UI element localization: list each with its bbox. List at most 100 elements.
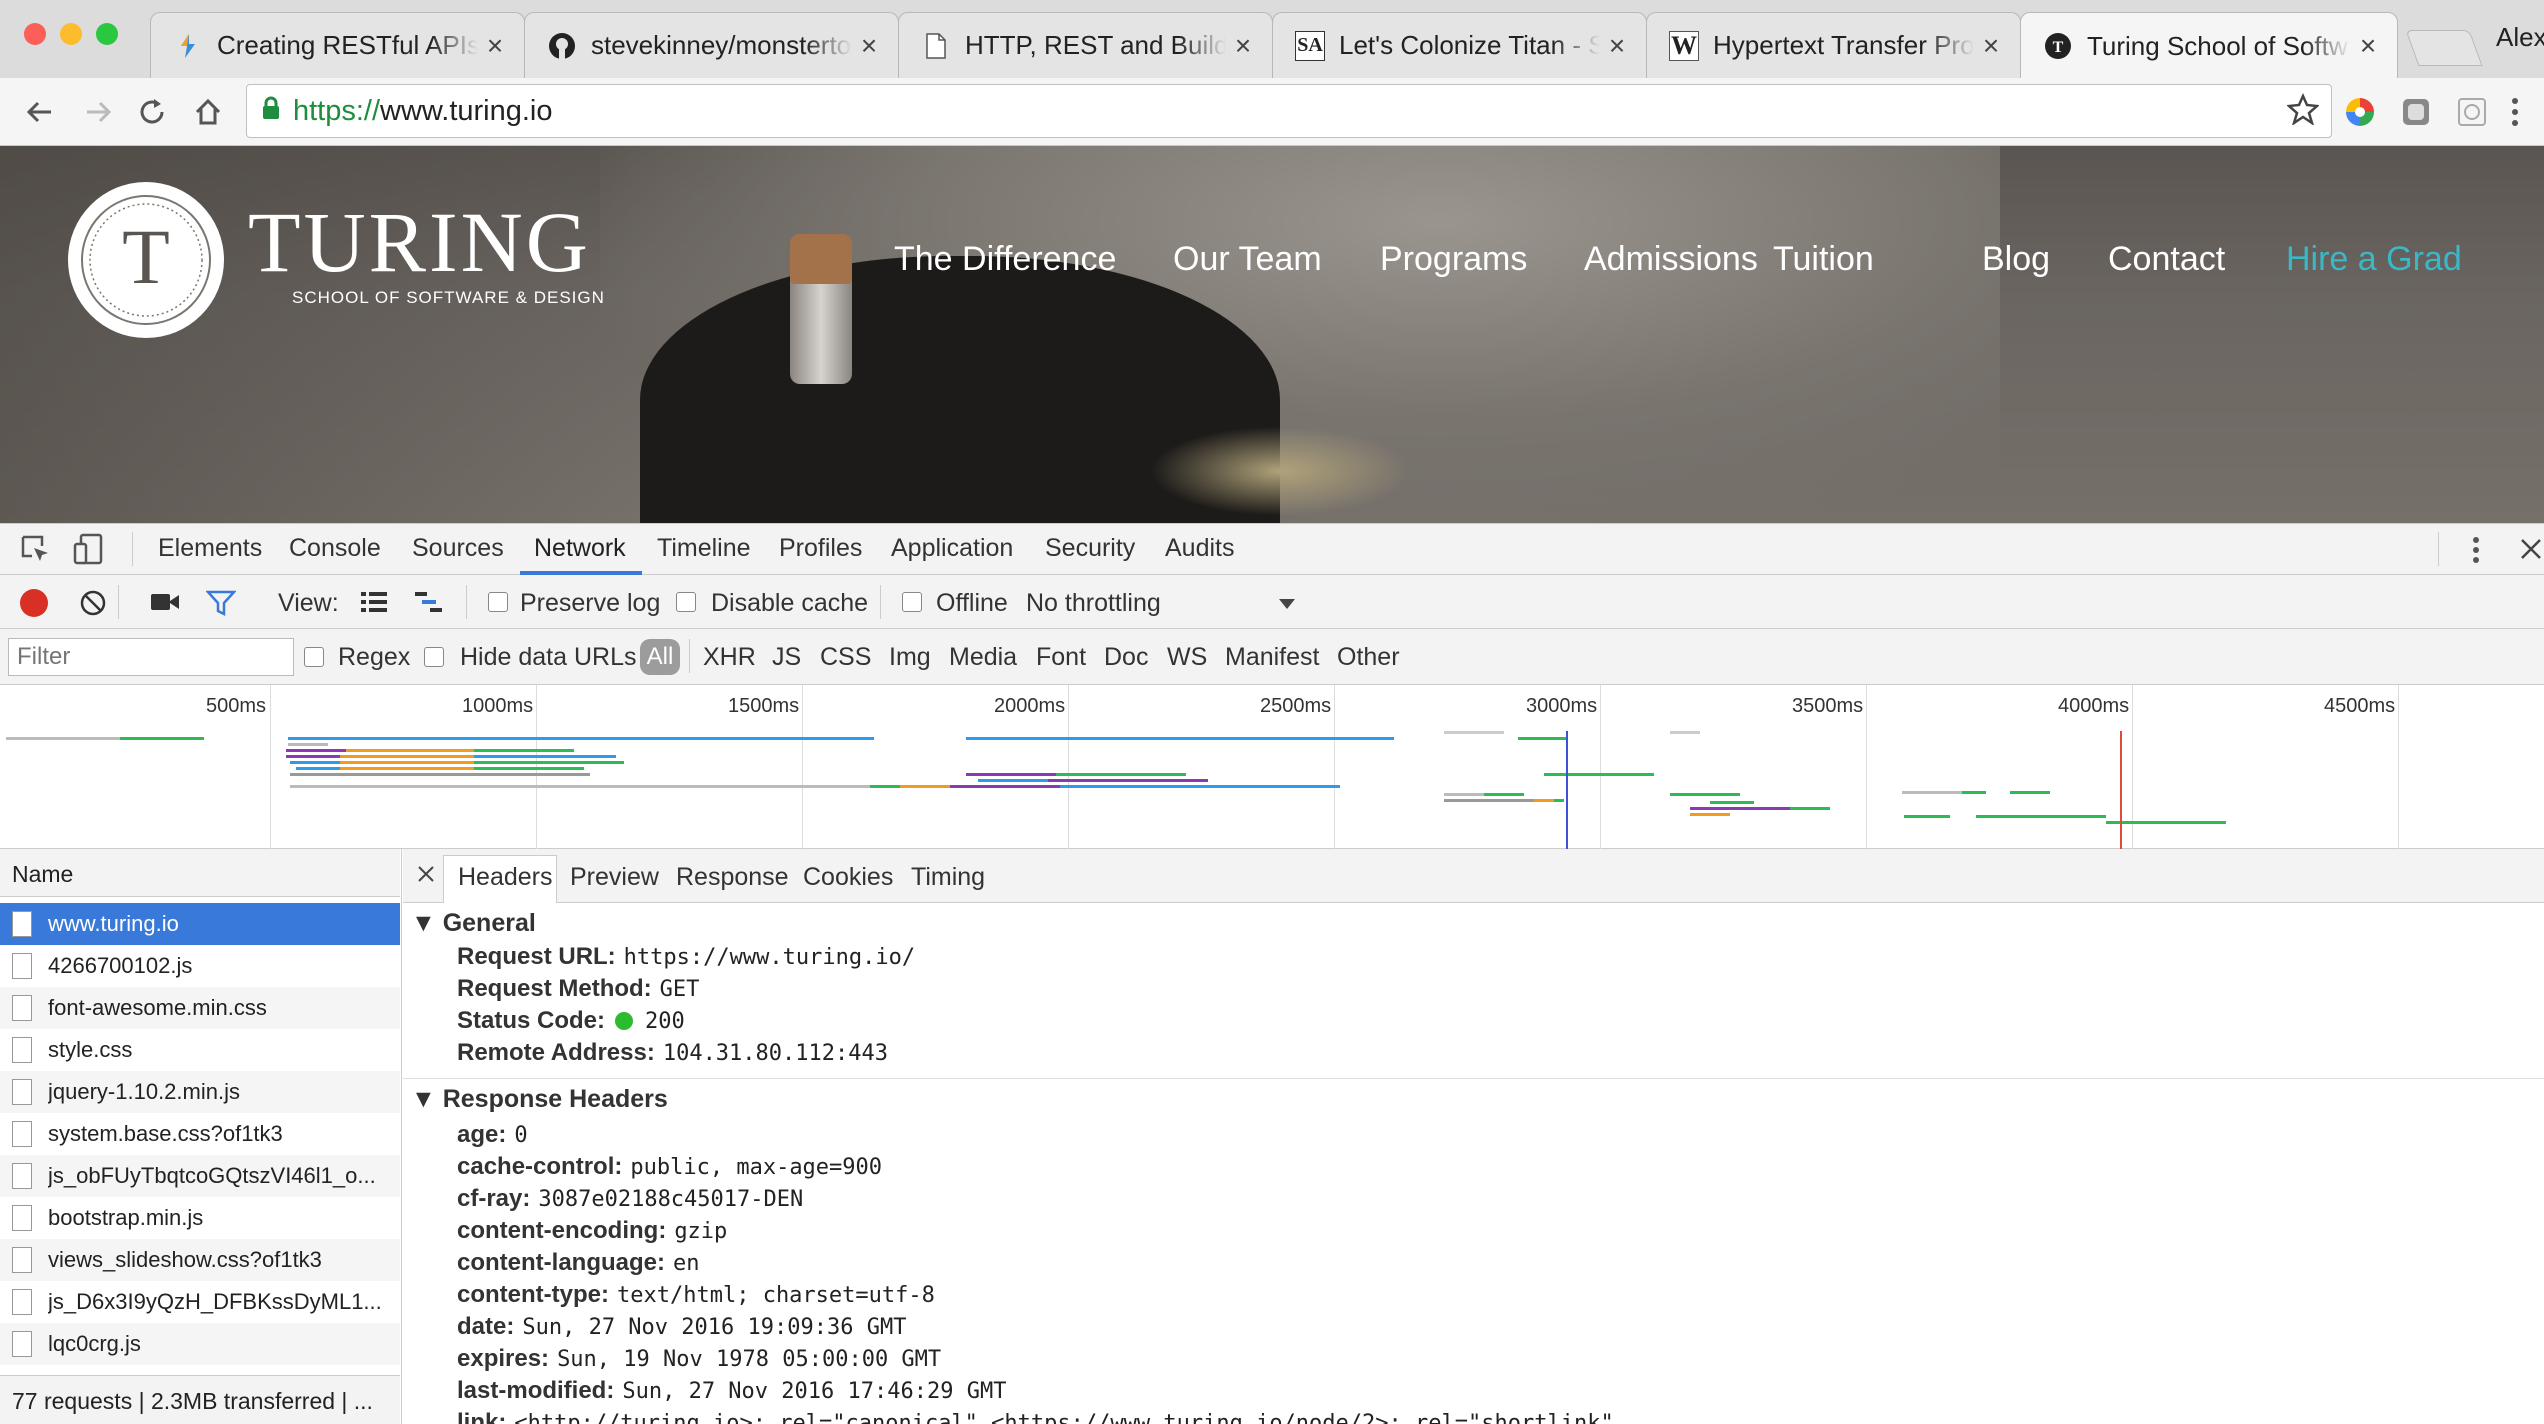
close-tab-icon[interactable]: × [1232,30,1254,62]
address-bar[interactable]: https:// www.turing.io [246,84,2332,138]
request-row[interactable]: lqc0crg.js [0,1323,400,1365]
tab-headers[interactable]: Headers [458,863,553,892]
divider [132,532,133,566]
extension-icon[interactable] [2392,88,2440,136]
tab-console[interactable]: Console [289,534,381,563]
close-tab-icon[interactable]: × [858,30,880,62]
header-value: en [673,1251,700,1276]
request-row[interactable]: 4266700102.js [0,945,400,987]
close-window-button[interactable] [24,23,46,45]
waterfall-overview-icon[interactable] [414,590,444,619]
close-tab-icon[interactable]: × [484,30,506,62]
tab-preview[interactable]: Preview [570,863,659,892]
device-toolbar-icon[interactable] [72,532,106,571]
browser-tab[interactable]: HTTP, REST and Buildin × [898,12,1273,78]
throttling-select[interactable]: No throttling [1026,589,1161,618]
request-row[interactable]: system.base.css?of1tk3 [0,1113,400,1155]
tab-timeline[interactable]: Timeline [657,534,751,563]
nav-admissions[interactable]: Admissions [1584,240,1758,279]
turing-logo[interactable]: T [64,178,228,347]
request-row[interactable]: font-awesome.min.css [0,987,400,1029]
dropdown-arrow-icon[interactable] [1278,597,1296,615]
filter-input[interactable] [8,638,294,676]
nav-hire-a-grad[interactable]: Hire a Grad [2286,240,2462,279]
preserve-log-checkbox[interactable] [488,592,508,612]
close-tab-icon[interactable]: × [1980,30,2002,62]
request-row[interactable]: jquery-1.10.2.min.js [0,1071,400,1113]
nav-blog[interactable]: Blog [1982,240,2050,279]
large-rows-icon[interactable] [360,590,388,619]
network-timeline-overview[interactable]: 500ms 1000ms 1500ms 2000ms 2500ms 3000ms… [0,685,2544,849]
close-tab-icon[interactable]: × [2357,30,2379,62]
nav-programs[interactable]: Programs [1380,240,1527,279]
disable-cache-checkbox[interactable] [676,592,696,612]
tab-network[interactable]: Network [534,534,626,563]
tab-cookies[interactable]: Cookies [803,863,893,892]
filter-toggle-icon[interactable] [205,589,237,622]
name-column-header[interactable]: Name [0,849,400,897]
tick-label: 4500ms [2324,695,2396,717]
browser-tab[interactable]: stevekinney/monsterto × [524,12,899,78]
file-icon [12,1289,32,1315]
color-picker-extension-icon[interactable] [2336,88,2384,136]
tab-sources[interactable]: Sources [412,534,504,563]
request-row[interactable]: js_obFUyTbqtcoGQtszVI46l1_o... [0,1155,400,1197]
filter-type-xhr[interactable]: XHR [703,643,756,672]
nav-tuition[interactable]: Tuition [1773,240,1874,279]
response-headers-section-header[interactable]: ▼ Response Headers [411,1085,668,1114]
browser-tab[interactable]: SA Let's Colonize Titan - S × [1272,12,1647,78]
profile-name[interactable]: Alex [2496,22,2544,53]
tab-audits[interactable]: Audits [1165,534,1234,563]
close-tab-icon[interactable]: × [1606,30,1628,62]
filter-type-css[interactable]: CSS [820,643,871,672]
forward-button[interactable] [74,88,122,136]
devtools-menu-icon[interactable] [2472,536,2480,569]
request-row[interactable]: js_D6x3I9yQzH_DFBKssDyML1... [0,1281,400,1323]
general-section-header[interactable]: ▼ General [411,909,536,938]
request-row[interactable]: www.turing.io [0,903,400,945]
inspect-element-icon[interactable] [20,534,50,569]
filter-type-other[interactable]: Other [1337,643,1400,672]
filter-type-doc[interactable]: Doc [1104,643,1148,672]
filter-type-font[interactable]: Font [1036,643,1086,672]
record-button[interactable] [20,589,48,617]
filter-type-media[interactable]: Media [949,643,1017,672]
nav-our-team[interactable]: Our Team [1173,240,1322,279]
new-tab-button[interactable] [2405,30,2483,66]
filter-type-img[interactable]: Img [889,643,931,672]
request-row[interactable]: bootstrap.min.js [0,1197,400,1239]
regex-checkbox[interactable] [304,647,324,667]
tab-response[interactable]: Response [676,863,789,892]
request-row[interactable]: views_slideshow.css?of1tk3 [0,1239,400,1281]
home-button[interactable] [184,88,232,136]
close-devtools-icon[interactable] [2520,538,2542,565]
offline-checkbox[interactable] [902,592,922,612]
tab-timing[interactable]: Timing [911,863,985,892]
filter-type-all[interactable]: All [640,639,680,675]
browser-tab-active[interactable]: T Turing School of Softw × [2020,12,2398,79]
maximize-window-button[interactable] [96,23,118,45]
tab-application[interactable]: Application [891,534,1013,563]
tab-elements[interactable]: Elements [158,534,262,563]
nav-the-difference[interactable]: The Difference [894,240,1116,279]
bookmark-star-icon[interactable] [2286,92,2320,133]
back-button[interactable] [16,88,64,136]
request-bar [870,785,900,788]
tab-security[interactable]: Security [1045,534,1135,563]
request-row[interactable]: style.css [0,1029,400,1071]
clear-button[interactable] [78,588,108,623]
capture-screenshots-icon[interactable] [150,591,180,618]
close-detail-icon[interactable] [417,865,435,888]
filter-type-js[interactable]: JS [772,643,801,672]
browser-tab[interactable]: Creating RESTful APIs w × [150,12,525,78]
nav-contact[interactable]: Contact [2108,240,2225,279]
filter-type-ws[interactable]: WS [1167,643,1207,672]
extension-icon[interactable] [2448,88,2496,136]
hide-data-urls-checkbox[interactable] [424,647,444,667]
browser-tab[interactable]: W Hypertext Transfer Prot × [1646,12,2021,78]
filter-type-manifest[interactable]: Manifest [1225,643,1319,672]
tab-profiles[interactable]: Profiles [779,534,862,563]
chrome-menu-icon[interactable] [2500,88,2530,136]
reload-button[interactable] [128,88,176,136]
minimize-window-button[interactable] [60,23,82,45]
